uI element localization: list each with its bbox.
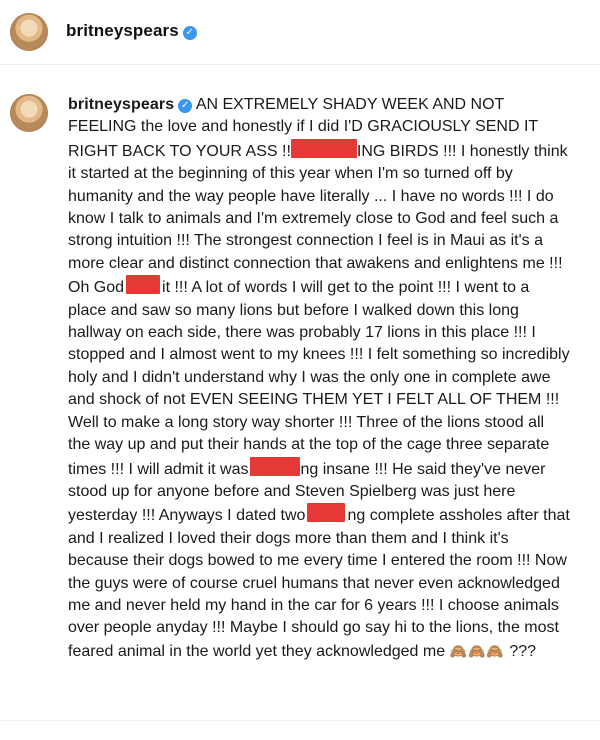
caption-segment-2: ING BIRDS !!! I honestly think it starte… — [68, 142, 568, 297]
profile-header: britneyspears ✓ — [0, 0, 600, 65]
divider — [0, 720, 600, 721]
caption-username[interactable]: britneyspears — [68, 96, 174, 113]
caption-segment-6: ??? — [509, 642, 537, 660]
redaction-block — [307, 503, 346, 523]
post-avatar[interactable] — [10, 94, 48, 132]
caption-segment-5: ng complete assholes after that and I re… — [68, 507, 570, 660]
verified-badge-icon: ✓ — [178, 99, 193, 113]
verified-badge-icon: ✓ — [182, 26, 197, 40]
redaction-block — [126, 275, 161, 295]
avatar[interactable] — [10, 13, 48, 51]
redaction-block — [250, 456, 301, 476]
see-no-evil-monkey-emoji: 🙈🙈🙈 — [449, 642, 505, 659]
header-username[interactable]: britneyspears ✓ — [66, 21, 197, 41]
redaction-block — [290, 138, 357, 158]
caption-segment-3: it !!! A lot of words I will get to the … — [68, 279, 570, 478]
caption-text: britneyspears ✓ AN EXTREMELY SHADY WEEK A… — [68, 94, 570, 663]
